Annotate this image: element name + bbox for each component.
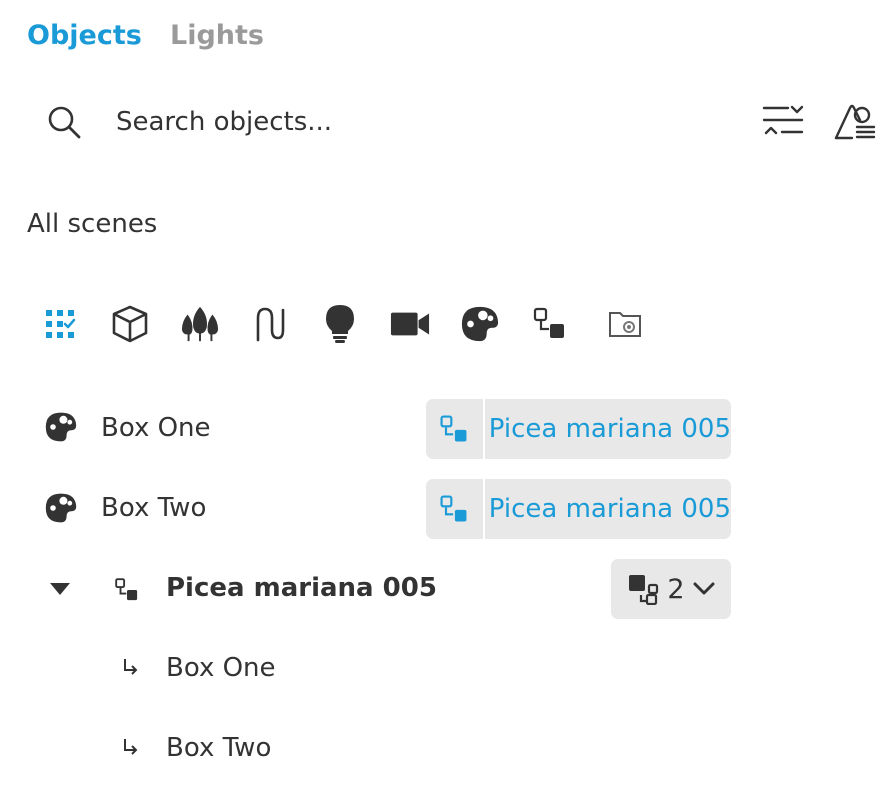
group-title[interactable]: Picea mariana 005 bbox=[166, 573, 437, 603]
curve-icon[interactable] bbox=[250, 303, 290, 345]
material-palette-icon bbox=[44, 492, 78, 524]
scope-label: All scenes bbox=[27, 209, 158, 239]
trees-icon[interactable] bbox=[180, 303, 220, 345]
list-item[interactable]: Box Two bbox=[101, 493, 206, 523]
tab-objects[interactable]: Objects bbox=[27, 20, 142, 51]
cube-icon[interactable] bbox=[110, 303, 150, 345]
camera-icon[interactable] bbox=[390, 303, 430, 345]
child-item[interactable]: Box Two bbox=[166, 733, 271, 763]
instances-icon bbox=[627, 573, 659, 605]
material-palette-icon[interactable] bbox=[460, 303, 500, 345]
lightbulb-icon[interactable] bbox=[320, 303, 360, 345]
list-item[interactable]: Box One bbox=[101, 413, 211, 443]
child-item[interactable]: Box One bbox=[166, 653, 276, 683]
group-link-icon[interactable] bbox=[530, 303, 570, 345]
group-link-label: Picea mariana 005 bbox=[488, 414, 731, 444]
group-link-chip[interactable]: Picea mariana 005 bbox=[426, 399, 731, 459]
group-link-icon bbox=[426, 479, 485, 539]
all-grid-icon[interactable] bbox=[40, 303, 80, 345]
search-icon[interactable] bbox=[46, 104, 82, 140]
group-link-icon bbox=[426, 399, 485, 459]
instance-count: 2 bbox=[667, 573, 685, 605]
folder-settings-icon[interactable] bbox=[605, 303, 645, 345]
tab-lights[interactable]: Lights bbox=[170, 20, 264, 51]
child-arrow-icon bbox=[122, 657, 140, 677]
instance-count-dropdown[interactable]: 2 bbox=[611, 559, 731, 619]
shape-list-icon[interactable] bbox=[832, 100, 876, 144]
material-palette-icon bbox=[44, 411, 78, 443]
sort-icon[interactable] bbox=[760, 104, 806, 140]
group-link-chip[interactable]: Picea mariana 005 bbox=[426, 479, 731, 539]
expand-triangle-icon[interactable] bbox=[48, 580, 72, 598]
group-link-label: Picea mariana 005 bbox=[488, 494, 731, 524]
search-input[interactable] bbox=[116, 100, 716, 144]
chevron-down-icon bbox=[693, 582, 715, 596]
child-arrow-icon bbox=[122, 737, 140, 757]
group-icon bbox=[114, 577, 140, 603]
